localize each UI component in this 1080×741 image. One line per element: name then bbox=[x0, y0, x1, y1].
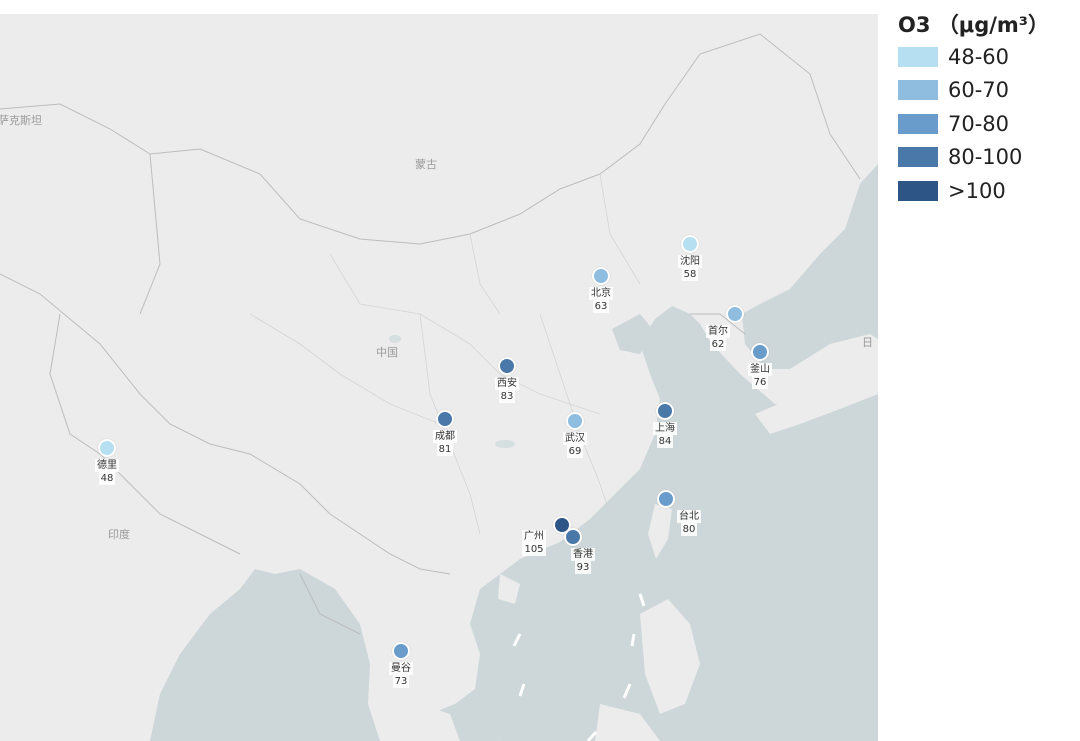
city-label: 香港 93 bbox=[571, 548, 595, 574]
city-label: 成都 81 bbox=[433, 430, 457, 456]
city-label: 西安 83 bbox=[495, 377, 519, 403]
legend-label: 60-70 bbox=[948, 78, 1010, 103]
city-label: 德里 48 bbox=[95, 459, 119, 485]
city-dot[interactable] bbox=[564, 528, 582, 546]
legend-item[interactable]: 70-80 bbox=[898, 107, 1078, 141]
city-dot[interactable] bbox=[436, 410, 454, 428]
city-dot[interactable] bbox=[726, 305, 744, 323]
legend-label: >100 bbox=[948, 178, 1006, 203]
legend: O3 （μg/m³） 48-60 60-70 70-80 80-100 >100 bbox=[898, 10, 1078, 208]
legend-item[interactable]: 48-60 bbox=[898, 40, 1078, 74]
city-dot[interactable] bbox=[98, 439, 116, 457]
legend-swatch bbox=[898, 147, 938, 168]
label-mongolia: 蒙古 bbox=[415, 158, 437, 171]
legend-item[interactable]: 60-70 bbox=[898, 74, 1078, 108]
city-dot[interactable] bbox=[751, 343, 769, 361]
city-dot[interactable] bbox=[656, 402, 674, 420]
city-dot[interactable] bbox=[681, 235, 699, 253]
city-label: 上海 84 bbox=[653, 422, 677, 448]
label-kazakhstan: 萨克斯坦 bbox=[0, 114, 42, 127]
city-dot[interactable] bbox=[566, 412, 584, 430]
legend-title: O3 （μg/m³） bbox=[898, 13, 1050, 37]
label-india: 印度 bbox=[108, 528, 130, 541]
city-dot[interactable] bbox=[392, 642, 410, 660]
legend-item[interactable]: >100 bbox=[898, 174, 1078, 208]
legend-swatch bbox=[898, 113, 938, 134]
legend-label: 80-100 bbox=[948, 145, 1023, 170]
legend-item[interactable]: 80-100 bbox=[898, 141, 1078, 175]
legend-label: 70-80 bbox=[948, 111, 1010, 136]
label-china: 中国 bbox=[376, 346, 398, 359]
city-label: 沈阳 58 bbox=[678, 255, 702, 281]
city-label: 曼谷 73 bbox=[389, 662, 413, 688]
city-label: 台北 80 bbox=[677, 510, 701, 536]
legend-swatch bbox=[898, 46, 938, 67]
city-dot[interactable] bbox=[498, 357, 516, 375]
city-dot[interactable] bbox=[657, 490, 675, 508]
city-label: 北京 63 bbox=[589, 287, 613, 313]
city-label: 武汉 69 bbox=[563, 432, 587, 458]
city-label: 首尔 62 bbox=[706, 325, 730, 351]
city-label: 广州 105 bbox=[522, 530, 546, 556]
city-dot[interactable] bbox=[592, 267, 610, 285]
city-label: 釜山 76 bbox=[748, 363, 772, 389]
legend-label: 48-60 bbox=[948, 44, 1010, 69]
legend-swatch bbox=[898, 180, 938, 201]
label-japan: 日 bbox=[862, 336, 873, 349]
legend-swatch bbox=[898, 80, 938, 101]
map-area[interactable]: 萨克斯坦 蒙古 中国 印度 日 沈阳 58 北京 63 首尔 62 釜山 76 西安 83… bbox=[0, 14, 878, 741]
